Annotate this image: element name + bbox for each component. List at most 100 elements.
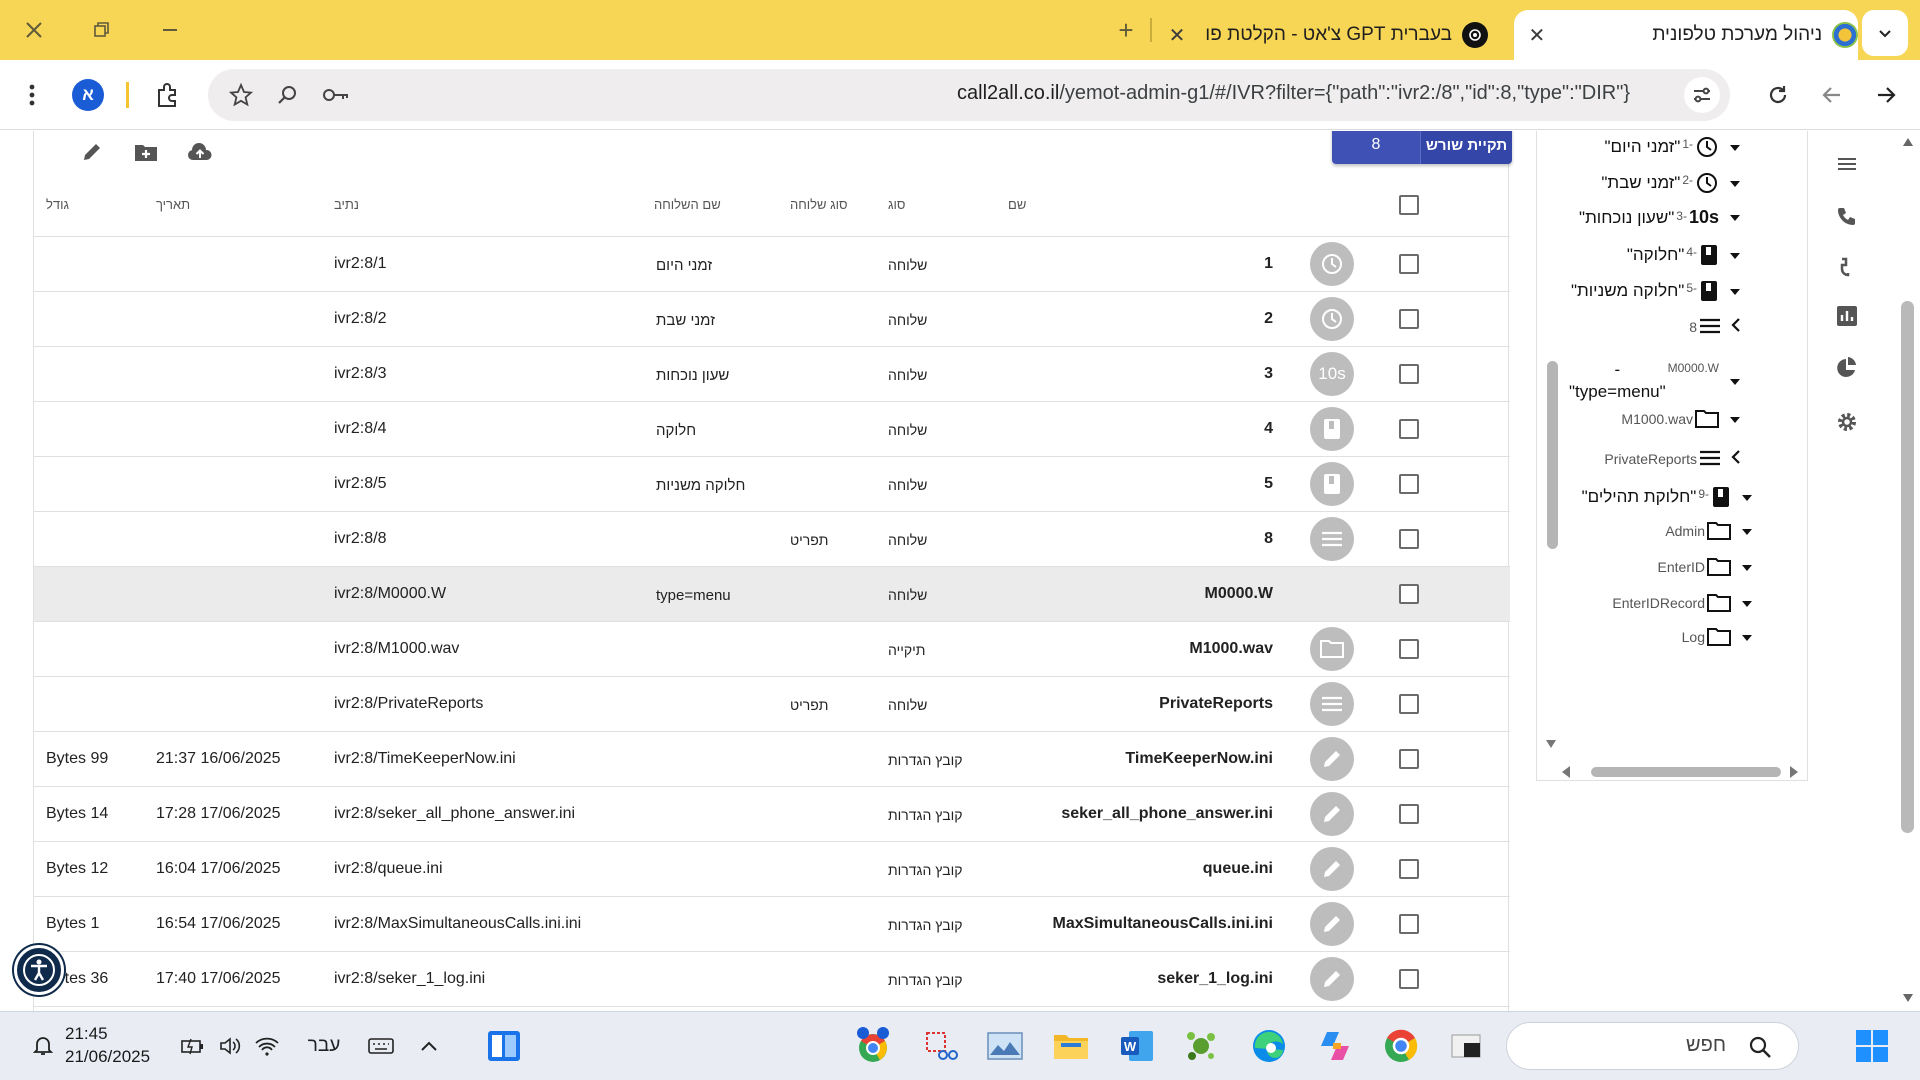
edit-button[interactable] bbox=[74, 134, 110, 170]
caret-down-icon[interactable] bbox=[1741, 524, 1753, 539]
tree-h-scrollbar-thumb[interactable] bbox=[1591, 767, 1781, 777]
select-all-checkbox[interactable] bbox=[1399, 195, 1419, 215]
caret-down-icon[interactable] bbox=[1741, 490, 1753, 505]
cell-name[interactable]: M0000.W bbox=[1205, 585, 1273, 603]
chevron-left-icon[interactable] bbox=[1731, 449, 1741, 467]
table-row[interactable]: ivr2:8/M0000.W type=menu שלוחה M0000.W bbox=[34, 567, 1510, 622]
table-row[interactable]: ivr2:8/PrivateReports תפריט שלוחה PrivateRe… bbox=[34, 677, 1510, 732]
accessibility-button[interactable] bbox=[14, 945, 64, 995]
touch-keyboard-button[interactable] bbox=[364, 1026, 398, 1066]
taskbar-clock[interactable]: 21:45 21/06/2025 bbox=[65, 1022, 150, 1068]
reload-button[interactable] bbox=[1760, 77, 1796, 113]
tree-node[interactable]: M1000.wav bbox=[1621, 409, 1741, 429]
header-date[interactable]: תאריך bbox=[156, 197, 190, 212]
tree-node[interactable]: Admin bbox=[1665, 521, 1753, 541]
clock-icon[interactable] bbox=[1310, 297, 1354, 341]
taskbar-edge[interactable] bbox=[1248, 1026, 1290, 1066]
table-row[interactable]: ivr2:8/8 תפריט שלוחה 8 bbox=[34, 512, 1510, 567]
caret-down-icon[interactable] bbox=[1741, 596, 1753, 611]
menu-icon[interactable] bbox=[1310, 682, 1354, 726]
table-row[interactable]: ivr2:8/1 זמני היום שלוחה 1 bbox=[34, 237, 1510, 292]
header-type[interactable]: סוג bbox=[888, 197, 905, 212]
header-extension-type[interactable]: סוג שלוחה bbox=[790, 197, 848, 212]
table-row[interactable]: Bytes 36 17:40 17/06/2025 ivr2:8/seker_1_l… bbox=[34, 952, 1510, 1007]
new-tab-button[interactable]: + bbox=[1110, 12, 1142, 48]
tree-node[interactable]: EnterIDRecord bbox=[1612, 593, 1753, 613]
side-nav-sip[interactable] bbox=[1834, 203, 1860, 229]
address-bar[interactable]: call2all.co.il/yemot-admin-g1/#/IVR?filt… bbox=[208, 69, 1730, 121]
browser-menu-button[interactable] bbox=[14, 77, 50, 113]
window-minimize-button[interactable] bbox=[146, 10, 194, 50]
table-row[interactable]: Bytes 1 16:54 17/06/2025 ivr2:8/MaxSimulta… bbox=[34, 897, 1510, 952]
side-nav-stats[interactable] bbox=[1834, 355, 1860, 381]
row-checkbox[interactable] bbox=[1399, 749, 1419, 769]
table-row[interactable]: ivr2:8/M1000.wav תיקייה M1000.wav bbox=[34, 622, 1510, 677]
timer-10s-icon[interactable]: 10s bbox=[1310, 352, 1354, 396]
table-row[interactable]: ivr2:8/3 שעון נוכחות שלוחה 3 10s bbox=[34, 347, 1510, 402]
header-size[interactable]: גודל bbox=[46, 197, 69, 212]
tree-horizontal-scrollbar[interactable] bbox=[1561, 763, 1801, 779]
table-row[interactable]: ivr2:8/4 חלוקה שלוחה 4 bbox=[34, 402, 1510, 457]
side-nav-reports[interactable] bbox=[1834, 303, 1860, 329]
widgets-button[interactable] bbox=[484, 1026, 524, 1066]
cell-name[interactable]: PrivateReports bbox=[1159, 695, 1273, 713]
row-checkbox[interactable] bbox=[1399, 254, 1419, 274]
header-extension-name[interactable]: שם השלוחה bbox=[654, 197, 721, 212]
table-row[interactable]: Bytes 99 21:37 16/06/2025 ivr2:8/TimeKeepe… bbox=[34, 732, 1510, 787]
side-nav-settings[interactable] bbox=[1834, 409, 1860, 435]
row-checkbox[interactable] bbox=[1399, 969, 1419, 989]
cell-name[interactable]: MaxSimultaneousCalls.ini.ini bbox=[1053, 915, 1274, 933]
show-hidden-icons-button[interactable] bbox=[414, 1026, 444, 1066]
tree-node[interactable]: "שעון נוכחות" 3- 10s bbox=[1579, 207, 1741, 228]
taskbar-photos[interactable] bbox=[984, 1026, 1026, 1066]
taskbar-chrome-profile[interactable] bbox=[852, 1026, 894, 1066]
tab-chatgpt[interactable]: ✕ בעברית GPT צ'אט - הקלטת פו bbox=[1160, 10, 1500, 60]
zoom-button[interactable] bbox=[270, 77, 306, 113]
chevron-left-icon[interactable] bbox=[1731, 317, 1741, 335]
cell-name[interactable]: 4 bbox=[1264, 420, 1273, 438]
tab-phone-system[interactable]: ✕ ניהול מערכת טלפונית bbox=[1514, 10, 1858, 60]
cell-name[interactable]: 1 bbox=[1264, 255, 1273, 273]
battery-button[interactable] bbox=[178, 1026, 208, 1066]
row-checkbox[interactable] bbox=[1399, 804, 1419, 824]
password-key-button[interactable] bbox=[318, 77, 354, 113]
tab-close-icon[interactable]: ✕ bbox=[1524, 22, 1550, 48]
wifi-button[interactable] bbox=[252, 1026, 282, 1066]
profile-avatar[interactable]: א bbox=[72, 79, 104, 111]
scroll-down-arrow-icon[interactable] bbox=[1545, 739, 1557, 749]
taskbar-app-green[interactable] bbox=[1180, 1026, 1222, 1066]
caret-down-icon[interactable] bbox=[1729, 140, 1741, 155]
table-row[interactable]: Bytes 12 16:04 17/06/2025 ivr2:8/queue.ini… bbox=[34, 842, 1510, 897]
row-checkbox[interactable] bbox=[1399, 914, 1419, 934]
table-row[interactable]: ivr2:8/5 חלוקה משניות שלוחה 5 bbox=[34, 457, 1510, 512]
caret-down-icon[interactable] bbox=[1729, 248, 1741, 263]
row-checkbox[interactable] bbox=[1399, 419, 1419, 439]
taskbar-copilot[interactable] bbox=[1314, 1026, 1356, 1066]
forward-button[interactable] bbox=[1814, 77, 1850, 113]
cell-name[interactable]: queue.ini bbox=[1203, 860, 1273, 878]
tree-node[interactable]: "זמני היום" 1- bbox=[1605, 135, 1742, 159]
cell-name[interactable]: TimeKeeperNow.ini bbox=[1125, 750, 1273, 768]
cell-name[interactable]: M1000.wav bbox=[1189, 640, 1273, 658]
row-checkbox[interactable] bbox=[1399, 859, 1419, 879]
row-checkbox[interactable] bbox=[1399, 694, 1419, 714]
caret-down-icon[interactable] bbox=[1729, 210, 1741, 225]
scroll-right-arrow-icon[interactable] bbox=[1789, 765, 1799, 779]
notifications-button[interactable] bbox=[28, 1026, 58, 1066]
site-info-button[interactable] bbox=[1684, 77, 1720, 113]
row-checkbox[interactable] bbox=[1399, 584, 1419, 604]
book-icon[interactable] bbox=[1310, 462, 1354, 506]
table-row[interactable]: Bytes 14 17:28 17/06/2025 ivr2:8/seker_all… bbox=[34, 787, 1510, 842]
cell-name[interactable]: 3 bbox=[1264, 365, 1273, 383]
book-icon[interactable] bbox=[1310, 407, 1354, 451]
page-scrollbar[interactable] bbox=[1896, 131, 1920, 1011]
tree-node[interactable]: 8 bbox=[1689, 317, 1741, 335]
tree-vertical-scrollbar[interactable] bbox=[1541, 131, 1558, 751]
row-checkbox[interactable] bbox=[1399, 474, 1419, 494]
pencil-icon[interactable] bbox=[1310, 792, 1354, 836]
start-button[interactable] bbox=[1852, 1026, 1892, 1066]
pencil-icon[interactable] bbox=[1310, 847, 1354, 891]
taskbar-word[interactable]: W bbox=[1116, 1026, 1158, 1066]
caret-down-icon[interactable] bbox=[1729, 374, 1741, 389]
caret-down-icon[interactable] bbox=[1729, 176, 1741, 191]
